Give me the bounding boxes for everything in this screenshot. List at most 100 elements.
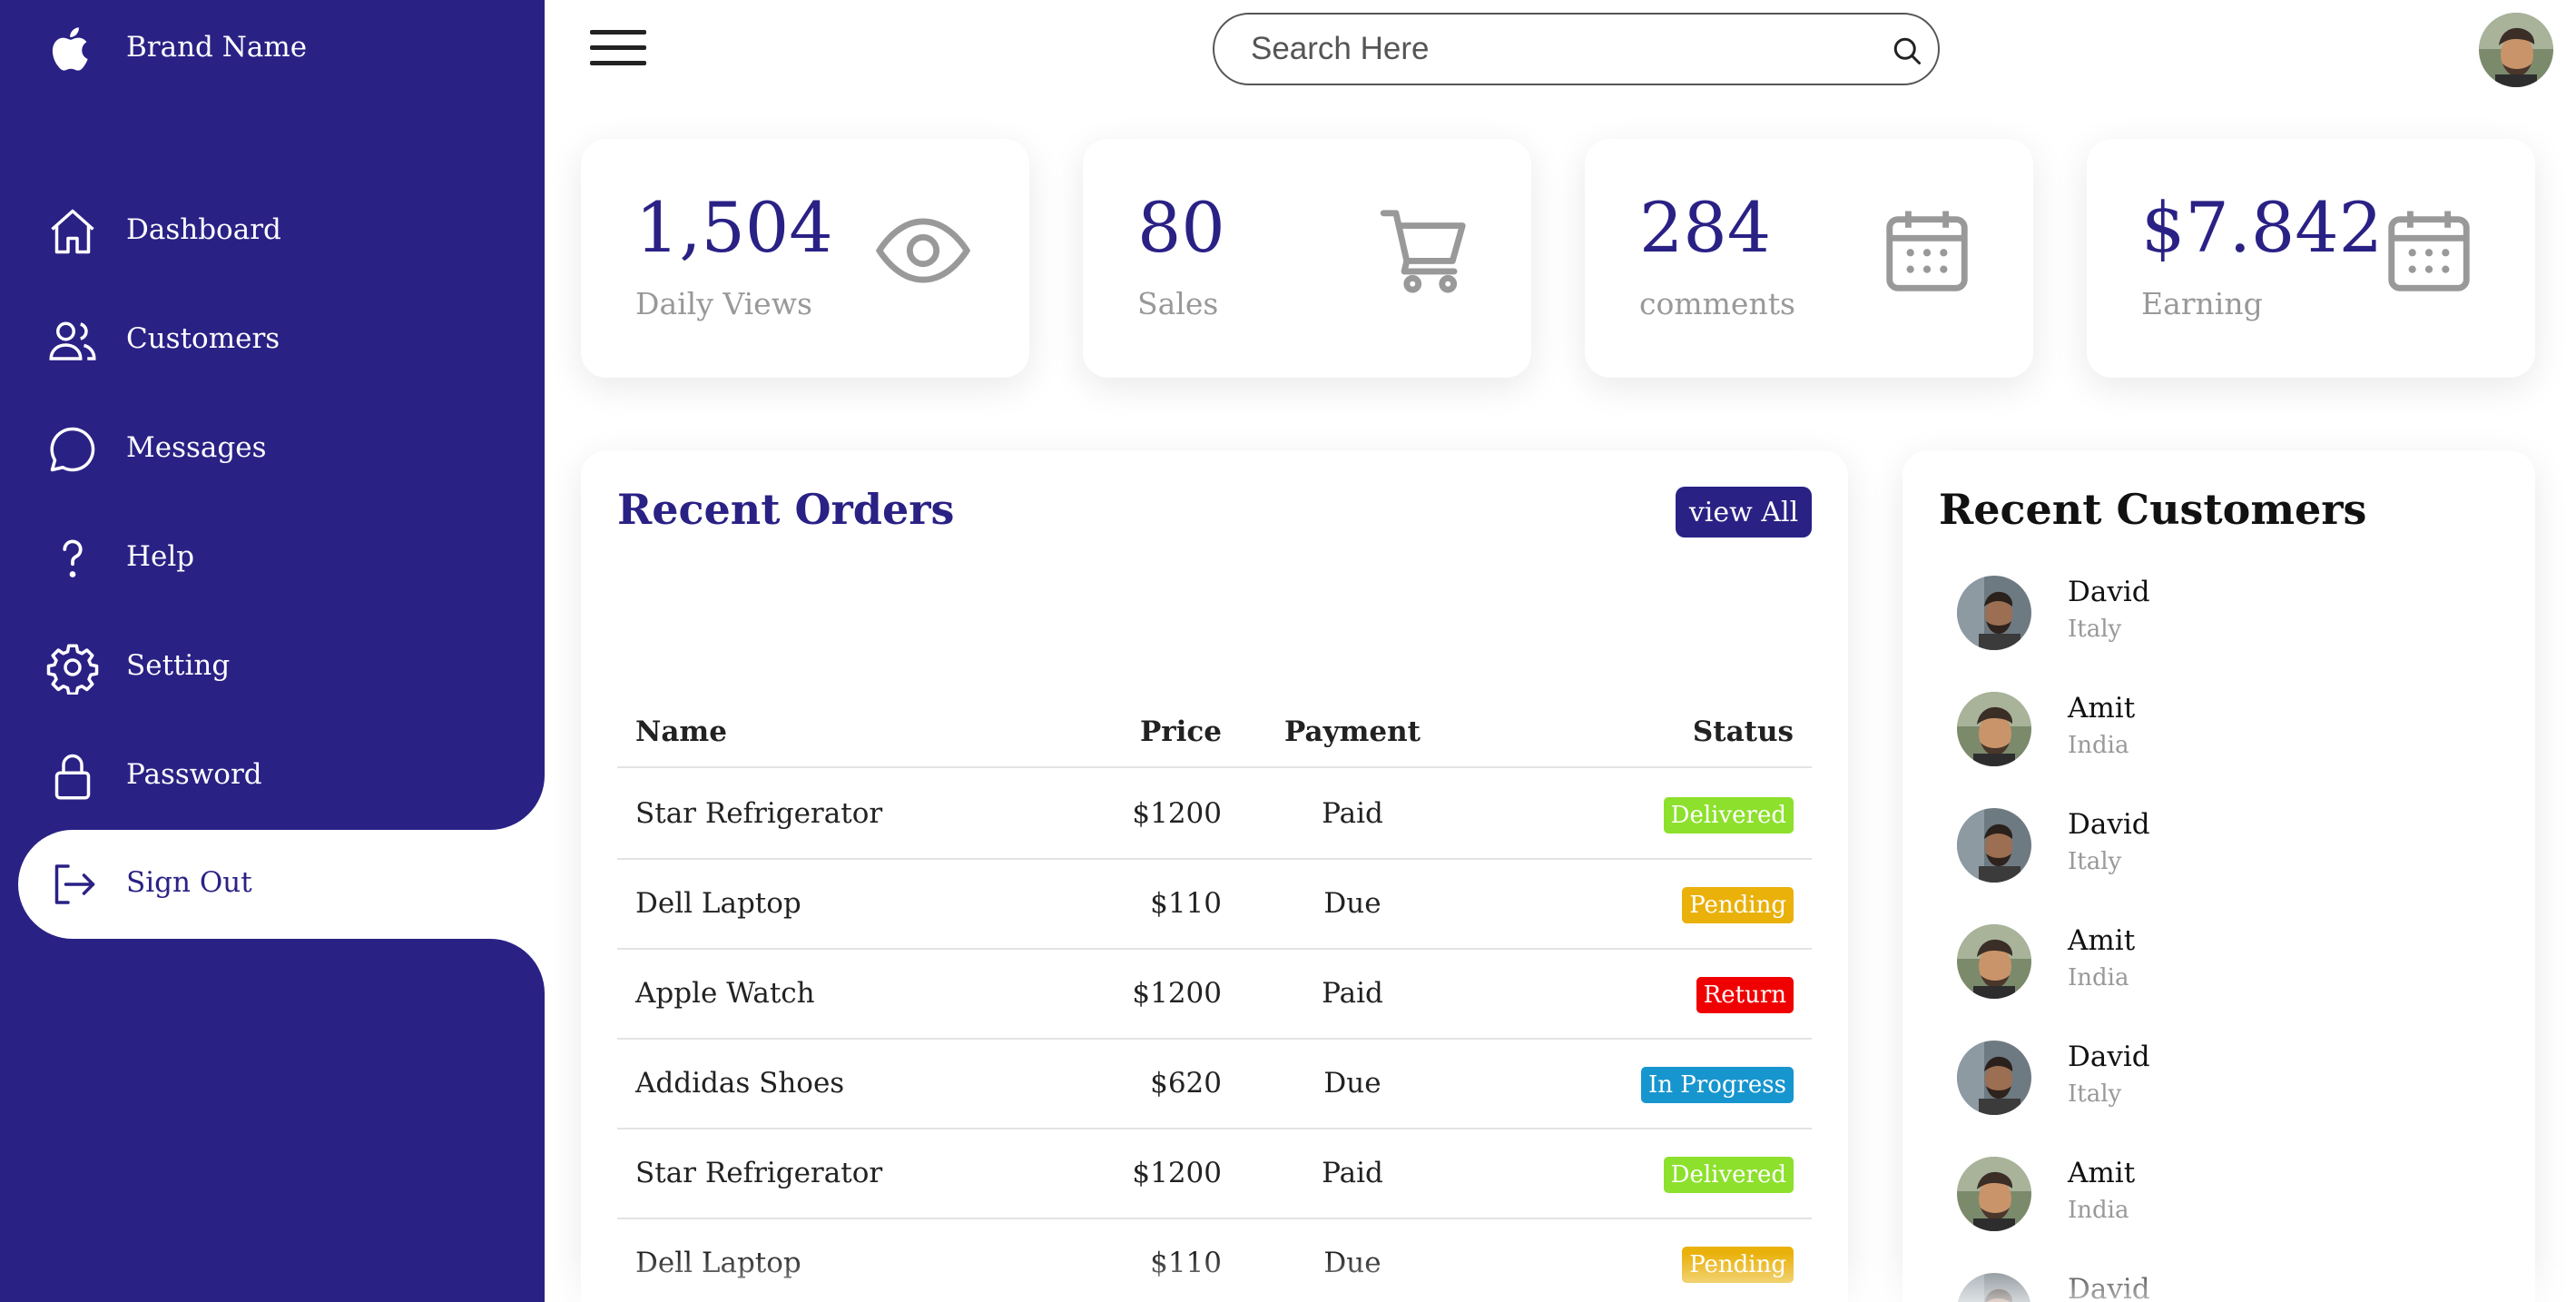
chat-icon	[50, 427, 95, 472]
sidebar-item-label: Customers	[126, 322, 280, 355]
customer-item[interactable]: Amit India	[1957, 1157, 2502, 1248]
customer-country: India	[2068, 1197, 2129, 1224]
status-badge: Pending	[1682, 1247, 1794, 1283]
customer-item[interactable]: David Italy	[1957, 576, 2502, 666]
lock-icon	[54, 754, 91, 800]
order-price: $1200	[1132, 977, 1222, 1010]
table-row[interactable]: Dell Laptop $110 Due Pending	[617, 860, 1812, 950]
stat-number: 80	[1137, 187, 1225, 268]
sign-out-icon	[54, 864, 95, 904]
menu-icon-line	[590, 61, 646, 65]
order-payment: Paid	[1322, 1157, 1383, 1189]
sidebar-item-setting[interactable]: Setting	[0, 613, 545, 722]
stat-number: 1,504	[635, 187, 833, 268]
table-row[interactable]: Dell Laptop $110 Due Pending	[617, 1219, 1812, 1302]
customer-item[interactable]: David	[1957, 1273, 2502, 1302]
status-badge: Pending	[1682, 887, 1794, 923]
sidebar-item-label: Sign Out	[126, 866, 252, 899]
avatar	[1957, 692, 2031, 766]
home-icon	[51, 209, 94, 254]
stat-card-views[interactable]: 1,504 Daily Views	[581, 139, 1029, 378]
sidebar-item-label: Messages	[126, 431, 267, 464]
sidebar-item-help[interactable]: Help	[0, 504, 545, 613]
customer-country: Italy	[2068, 848, 2122, 875]
search-bar	[1213, 13, 1940, 85]
stat-label: comments	[1639, 286, 1795, 321]
calendar-icon	[1886, 211, 1968, 291]
sidebar-item-dashboard[interactable]: Dashboard	[0, 177, 545, 286]
stat-label: Earning	[2141, 286, 2263, 321]
sidebar-item-password[interactable]: Password	[0, 722, 545, 831]
recent-orders-title: Recent Orders	[617, 485, 955, 534]
search-icon[interactable]	[1891, 35, 1923, 67]
avatar	[1957, 1273, 2031, 1302]
customer-item[interactable]: Amit India	[1957, 692, 2502, 783]
status-badge: Return	[1696, 977, 1794, 1013]
table-row[interactable]: Star Refrigerator $1200 Paid Delivered	[617, 770, 1812, 860]
brand-name: Brand Name	[126, 31, 308, 64]
customer-item[interactable]: David Italy	[1957, 1041, 2502, 1131]
avatar	[1957, 808, 2031, 883]
order-price: $620	[1150, 1067, 1222, 1100]
column-header-price: Price	[1139, 715, 1222, 748]
customer-name: David	[2068, 576, 2150, 608]
calendar-icon	[2388, 211, 2470, 291]
order-payment: Due	[1323, 887, 1381, 920]
table-row[interactable]: Star Refrigerator $1200 Paid Delivered	[617, 1129, 1812, 1219]
customer-country: India	[2068, 964, 2129, 991]
order-name: Star Refrigerator	[635, 797, 883, 830]
sidebar: Brand Name Dashboard Customers Messages …	[0, 0, 545, 1302]
customer-name: Amit	[2068, 1157, 2136, 1189]
order-payment: Due	[1323, 1247, 1381, 1279]
sidebar-item-label: Help	[126, 540, 195, 573]
brand[interactable]: Brand Name	[0, 0, 545, 100]
users-icon	[49, 321, 96, 360]
sidebar-item-messages[interactable]: Messages	[0, 395, 545, 504]
order-name: Dell Laptop	[635, 887, 801, 920]
customer-name: David	[2068, 1041, 2150, 1073]
customer-item[interactable]: Amit India	[1957, 924, 2502, 1015]
menu-toggle-button[interactable]	[590, 30, 646, 66]
sidebar-item-customers[interactable]: Customers	[0, 286, 545, 395]
customer-item[interactable]: David Italy	[1957, 808, 2502, 899]
customer-name: David	[2068, 808, 2150, 841]
recent-customers-title: Recent Customers	[1939, 485, 2367, 534]
stat-card-earning[interactable]: $7.842 Earning	[2087, 139, 2535, 378]
customer-country: Italy	[2068, 1080, 2122, 1108]
order-price: $110	[1150, 1247, 1222, 1279]
customer-name: Amit	[2068, 924, 2136, 957]
column-header-status: Status	[1692, 715, 1794, 748]
active-curve-top	[490, 775, 545, 830]
table-row[interactable]: Addidas Shoes $620 Due In Progress	[617, 1040, 1812, 1129]
avatar	[1957, 924, 2031, 999]
status-badge: Delivered	[1663, 1157, 1794, 1193]
order-name: Apple Watch	[635, 977, 815, 1010]
stat-number: 284	[1639, 187, 1772, 268]
column-header-name: Name	[635, 715, 727, 748]
stat-label: Sales	[1137, 286, 1219, 321]
table-header: Name Price Payment Status	[617, 705, 1812, 768]
sidebar-item-label: Dashboard	[126, 213, 281, 246]
menu-icon-line	[590, 45, 646, 50]
status-badge: Delivered	[1663, 797, 1794, 833]
table-row[interactable]: Apple Watch $1200 Paid Return	[617, 950, 1812, 1040]
help-icon	[63, 539, 83, 577]
avatar	[1957, 1041, 2031, 1115]
avatar	[1957, 576, 2031, 650]
sidebar-item-label: Setting	[126, 649, 231, 682]
user-avatar[interactable]	[2479, 13, 2553, 87]
customer-name: Amit	[2068, 692, 2136, 725]
sidebar-item-sign-out[interactable]: Sign Out	[18, 830, 545, 939]
stat-card-comments[interactable]: 284 comments	[1585, 139, 2033, 378]
order-price: $1200	[1132, 1157, 1222, 1189]
apple-icon	[52, 27, 88, 71]
status-badge: In Progress	[1640, 1067, 1794, 1103]
search-input[interactable]	[1251, 27, 1850, 71]
view-all-button[interactable]: view All	[1676, 487, 1812, 538]
order-name: Addidas Shoes	[635, 1067, 845, 1100]
stat-card-sales[interactable]: 80 Sales	[1083, 139, 1531, 378]
sidebar-item-label: Password	[126, 758, 262, 791]
order-price: $110	[1150, 887, 1222, 920]
recent-customers-panel: Recent Customers David Italy Amit India …	[1903, 450, 2535, 1302]
order-name: Dell Laptop	[635, 1247, 801, 1279]
